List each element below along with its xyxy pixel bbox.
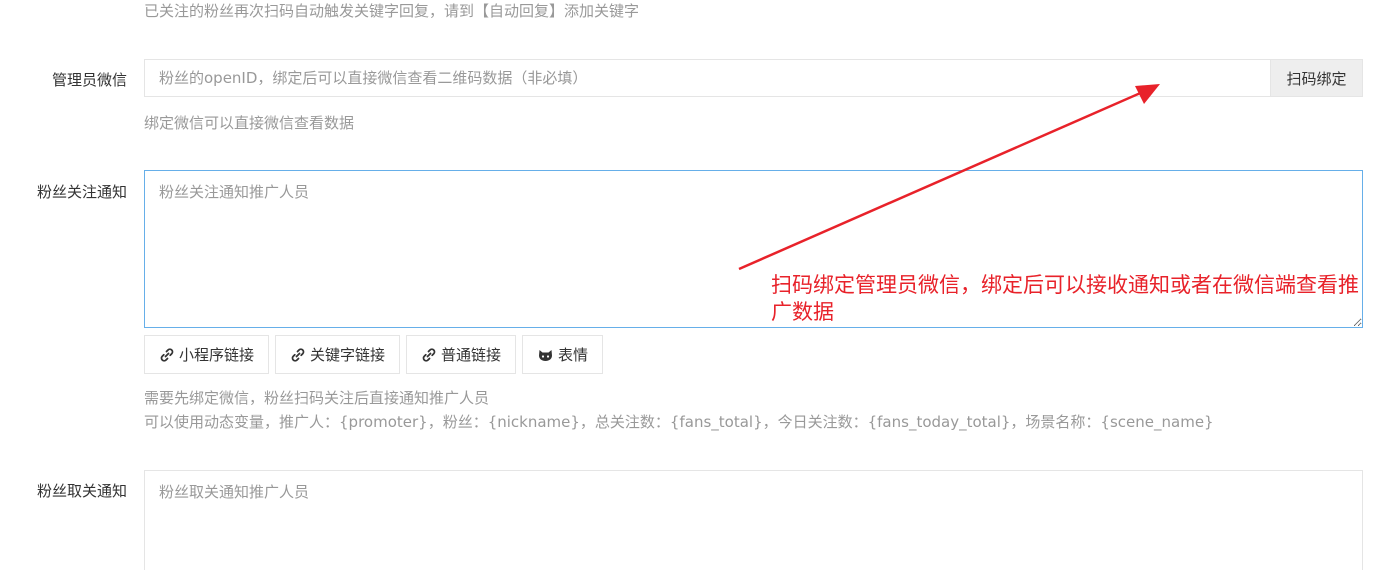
- emoji-button[interactable]: 表情: [522, 335, 604, 374]
- follow-notice-help-text: 需要先绑定微信，粉丝扫码关注后直接通知推广人员: [144, 389, 490, 407]
- link-icon: [290, 347, 306, 363]
- normal-link-label: 普通链接: [441, 346, 502, 364]
- keyword-link-label: 关键字链接: [310, 346, 386, 364]
- scan-bind-button[interactable]: 扫码绑定: [1270, 60, 1362, 96]
- link-icon: [421, 347, 437, 363]
- miniprogram-link-label: 小程序链接: [179, 346, 255, 364]
- insert-toolbar: 小程序链接 关键字链接 普通链接 表情: [144, 335, 604, 374]
- github-cat-icon: [537, 347, 554, 363]
- wechat-settings-form: 已关注的粉丝再次扫码自动触发关键字回复，请到【自动回复】添加关键字 管理员微信 …: [0, 0, 1377, 570]
- admin-wechat-label: 管理员微信: [51, 71, 127, 89]
- follow-notice-label: 粉丝关注通知: [36, 183, 127, 201]
- unfollow-notice-label: 粉丝取关通知: [36, 482, 127, 500]
- auto-reply-help-text: 已关注的粉丝再次扫码自动触发关键字回复，请到【自动回复】添加关键字: [144, 2, 640, 20]
- dynamic-variables-help-text: 可以使用动态变量，推广人：{promoter}，粉丝：{nickname}，总关…: [144, 413, 1214, 431]
- unfollow-notice-textarea[interactable]: [144, 470, 1363, 570]
- admin-openid-input[interactable]: [145, 60, 1270, 96]
- emoji-label: 表情: [558, 346, 589, 364]
- follow-notice-textarea[interactable]: [144, 170, 1363, 328]
- admin-wechat-help-text: 绑定微信可以直接微信查看数据: [144, 114, 355, 132]
- link-icon: [159, 347, 175, 363]
- keyword-link-button[interactable]: 关键字链接: [275, 335, 401, 374]
- normal-link-button[interactable]: 普通链接: [406, 335, 517, 374]
- miniprogram-link-button[interactable]: 小程序链接: [144, 335, 270, 374]
- admin-wechat-input-group: 扫码绑定: [144, 59, 1363, 97]
